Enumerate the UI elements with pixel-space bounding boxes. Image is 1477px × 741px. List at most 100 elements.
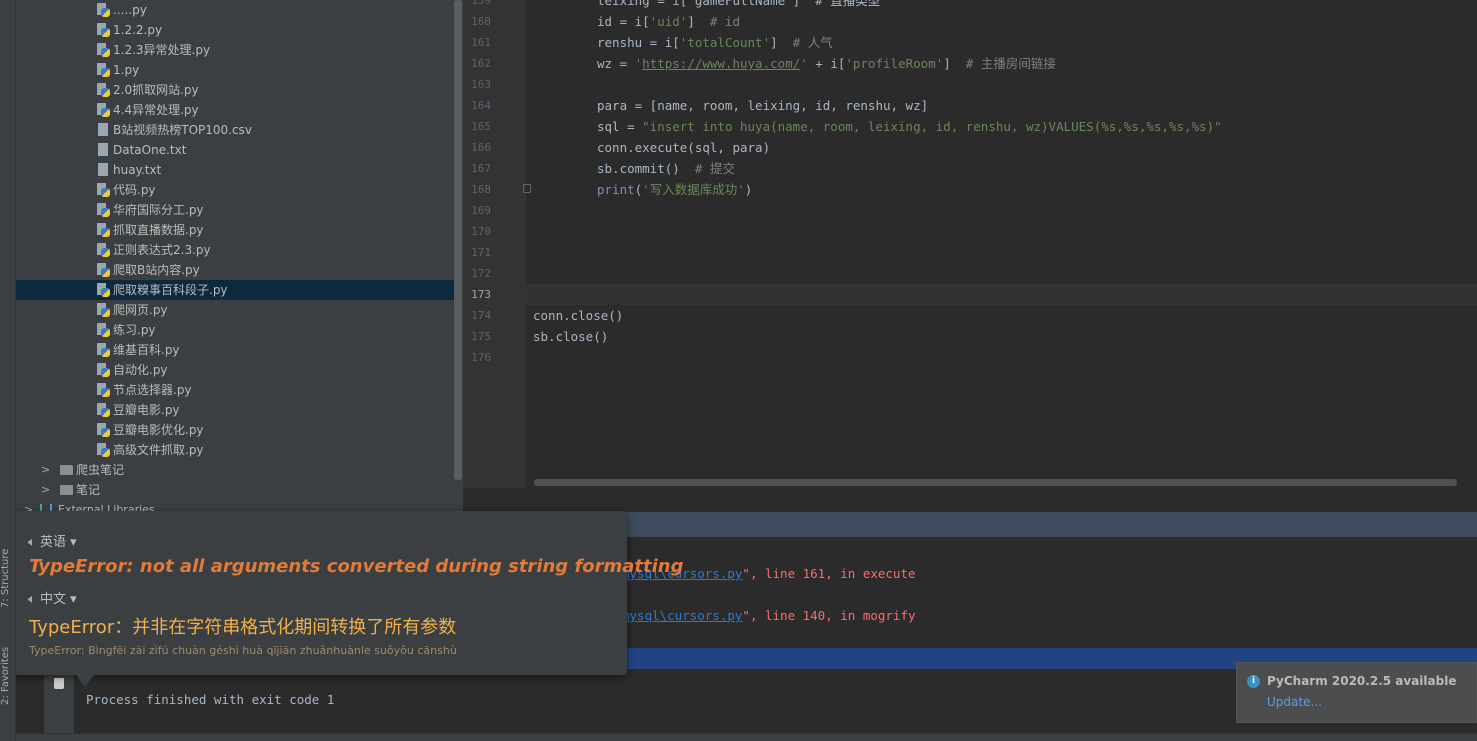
traceback-line-2: mysql\cursors.py", line 140, in mogrify	[622, 608, 916, 623]
text-file-icon	[97, 163, 109, 177]
tree-file-item[interactable]: 豆瓣电影优化.py	[16, 420, 454, 440]
popup-arrow	[76, 675, 94, 687]
line-number: 176	[471, 351, 491, 364]
current-line-highlight	[526, 284, 1477, 305]
python-file-icon	[97, 403, 110, 417]
python-file-icon	[97, 83, 110, 97]
line-number: 160	[471, 15, 491, 28]
url-link[interactable]: https://www.huya.com/	[642, 56, 800, 71]
tree-file-item[interactable]: B站视频热榜TOP100.csv	[16, 120, 454, 140]
line-number: 170	[471, 225, 491, 238]
code-line-164: para = [name, room, leixing, id, renshu,…	[597, 98, 929, 113]
translation-popup: 🔈︎ 英语 ▾ TypeError: not all arguments con…	[11, 511, 684, 675]
tree-file-item[interactable]: 爬网页.py	[16, 300, 454, 320]
tree-file-item[interactable]: huay.txt	[16, 160, 454, 180]
python-file-icon	[97, 43, 110, 57]
line-number: 159	[471, 0, 491, 7]
target-language-selector[interactable]: 🔈︎ 中文 ▾	[28, 588, 77, 607]
tree-file-item[interactable]: .....py	[16, 0, 454, 20]
tree-file-item[interactable]: 练习.py	[16, 320, 454, 340]
line-number: 172	[471, 267, 491, 280]
chevron-right-icon[interactable]: >	[41, 480, 50, 500]
structure-tab[interactable]: 7: Structure	[0, 549, 11, 608]
code-line-162: wz = 'https://www.huya.com/' + i['profil…	[597, 56, 1056, 71]
speaker-icon[interactable]: 🔈︎	[28, 592, 40, 607]
speaker-icon[interactable]: 🔈︎	[28, 535, 40, 550]
python-file-icon	[97, 423, 110, 437]
trash-icon[interactable]	[54, 678, 64, 689]
python-file-icon	[97, 223, 110, 237]
line-number: 167	[471, 162, 491, 175]
status-bar	[0, 733, 1477, 741]
source-text: TypeError: not all arguments converted d…	[29, 556, 684, 577]
tree-file-item[interactable]: 爬取B站内容.py	[16, 260, 454, 280]
python-file-icon	[97, 23, 110, 37]
tree-file-item[interactable]: 节点选择器.py	[16, 380, 454, 400]
tree-file-item[interactable]: 爬取糗事百科段子.py	[16, 280, 454, 300]
update-notification: i PyCharm 2020.2.5 available Update...	[1236, 662, 1477, 723]
tree-file-item[interactable]: 正则表达式2.3.py	[16, 240, 454, 260]
tree-file-item[interactable]: 抓取直播数据.py	[16, 220, 454, 240]
traceback-link[interactable]: mysql\cursors.py	[622, 608, 742, 623]
notification-title: PyCharm 2020.2.5 available	[1267, 674, 1457, 688]
code-line-161: renshu = i['totalCount'] # 人气	[597, 35, 833, 50]
line-number: 162	[471, 57, 491, 70]
favorites-tab[interactable]: 2: Favorites	[0, 647, 11, 705]
python-file-icon	[97, 183, 110, 197]
python-file-icon	[97, 63, 110, 77]
info-icon: i	[1247, 675, 1260, 688]
line-number: 169	[471, 204, 491, 217]
code-line-175: sb.close()	[533, 329, 609, 344]
tree-file-item[interactable]: 自动化.py	[16, 360, 454, 380]
code-line-174: conn.close()	[533, 308, 624, 323]
python-file-icon	[97, 363, 110, 377]
process-finished-text: Process finished with exit code 1	[86, 692, 335, 707]
python-file-icon	[97, 203, 110, 217]
python-file-icon	[97, 263, 110, 277]
line-number: 164	[471, 99, 491, 112]
code-line-160: id = i['uid'] # id	[597, 14, 741, 29]
source-language-selector[interactable]: 🔈︎ 英语 ▾	[28, 531, 77, 550]
update-link[interactable]: Update...	[1267, 695, 1322, 709]
translated-text: TypeError：并非在字符串格式化期间转换了所有参数	[29, 617, 457, 638]
line-number: 166	[471, 141, 491, 154]
code-line-167: sb.commit() # 提交	[597, 161, 735, 176]
python-file-icon	[97, 283, 110, 297]
pinyin-text: TypeError: Bìngfēi zài zìfú chuàn géshì …	[29, 644, 457, 657]
tree-file-item[interactable]: 2.0抓取网站.py	[16, 80, 454, 100]
text-file-icon	[97, 143, 109, 157]
tree-file-item[interactable]: 豆瓣电影.py	[16, 400, 454, 420]
tree-file-item[interactable]: 代码.py	[16, 180, 454, 200]
tree-file-item[interactable]: 华府国际分工.py	[16, 200, 454, 220]
python-file-icon	[97, 303, 110, 317]
code-line-165: sql = "insert into huya(name, room, leix…	[597, 119, 1222, 134]
python-file-icon	[97, 343, 110, 357]
python-file-icon	[97, 103, 110, 117]
tree-file-item[interactable]: 1.2.3异常处理.py	[16, 40, 454, 60]
line-number: 168	[471, 183, 491, 196]
python-file-icon	[97, 323, 110, 337]
folder-icon	[60, 485, 73, 495]
code-line-159: leixing = i['gameFullName'] # 直播类型	[597, 0, 881, 8]
tree-file-item[interactable]: DataOne.txt	[16, 140, 454, 160]
tree-file-item[interactable]: 高级文件抓取.py	[16, 440, 454, 460]
tree-file-item[interactable]: 1.2.2.py	[16, 20, 454, 40]
python-file-icon	[97, 3, 110, 17]
line-number: 163	[471, 78, 491, 91]
line-number: 161	[471, 36, 491, 49]
python-file-icon	[97, 243, 110, 257]
code-line-166: conn.execute(sql, para)	[597, 140, 771, 155]
tree-file-item[interactable]: 4.4异常处理.py	[16, 100, 454, 120]
fold-marker-icon[interactable]	[523, 184, 531, 193]
tool-window-strip: 7: Structure 2: Favorites	[0, 0, 16, 741]
line-number: 175	[471, 330, 491, 343]
chevron-right-icon[interactable]: >	[41, 460, 50, 480]
tree-file-item[interactable]: 维基百科.py	[16, 340, 454, 360]
editor-horizontal-scrollbar[interactable]	[534, 479, 1457, 486]
line-number: 173	[471, 288, 491, 301]
tree-folder-item[interactable]: > 爬虫笔记	[16, 460, 454, 480]
python-file-icon	[97, 383, 110, 397]
tree-folder-item[interactable]: > 笔记	[16, 480, 454, 500]
tree-file-item[interactable]: 1.py	[16, 60, 454, 80]
tree-scrollbar[interactable]	[454, 0, 462, 480]
